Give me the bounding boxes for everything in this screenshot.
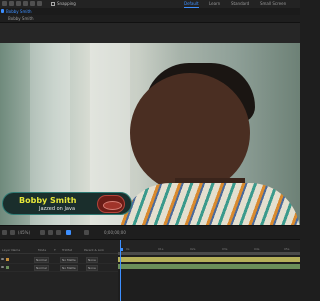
parent-dropdown[interactable]: None bbox=[86, 257, 98, 263]
region-of-interest-icon[interactable] bbox=[48, 230, 53, 235]
layer-duration-bar[interactable] bbox=[118, 264, 300, 269]
viewer-controls: (45%) 0;00;00;00 bbox=[0, 225, 300, 240]
parent-dropdown[interactable]: None bbox=[86, 265, 98, 271]
current-timecode[interactable]: 0;00;00;00 bbox=[104, 230, 126, 235]
workspace-default[interactable]: Default bbox=[184, 1, 199, 8]
lower-third-name: Bobby Smith bbox=[19, 196, 77, 205]
workspace-learn[interactable]: Learn bbox=[209, 1, 220, 6]
layer-label-color[interactable] bbox=[6, 266, 9, 269]
mask-visibility-icon[interactable] bbox=[10, 230, 15, 235]
mode-dropdown[interactable]: Normal bbox=[34, 257, 49, 263]
composition-viewer[interactable]: Bobby Smith Jazzed on Java bbox=[0, 23, 300, 225]
workspace-small-screen[interactable]: Small Screen bbox=[260, 1, 286, 6]
zoom-level[interactable]: (45%) bbox=[18, 230, 30, 235]
zoom-tool-icon[interactable] bbox=[23, 1, 28, 6]
home-icon[interactable] bbox=[2, 1, 7, 6]
composition-tab-row: Bobby Smith bbox=[0, 8, 300, 15]
trkmat-dropdown[interactable]: No Matte bbox=[60, 265, 78, 271]
visibility-eye-icon[interactable] bbox=[1, 258, 4, 260]
layer-label-color[interactable] bbox=[6, 258, 9, 261]
video-frame: Bobby Smith Jazzed on Java bbox=[0, 43, 300, 225]
transparency-grid-icon[interactable] bbox=[56, 230, 61, 235]
ruler-tick: 01s bbox=[158, 247, 164, 251]
timeline-layer-row[interactable]: Normal No Matte None bbox=[0, 256, 118, 264]
workspace-standard[interactable]: Standard bbox=[231, 1, 249, 6]
column-mode[interactable]: Mode bbox=[38, 248, 46, 252]
hand-tool-icon[interactable] bbox=[16, 1, 21, 6]
ruler-tick: 05s bbox=[284, 247, 290, 251]
column-trkmat[interactable]: TrkMat bbox=[62, 248, 72, 252]
composition-tab[interactable]: Bobby Smith bbox=[6, 9, 32, 14]
layer-column-headers: Layer Name Mode T TrkMat Parent & Link bbox=[0, 247, 118, 254]
rotate-tool-icon[interactable] bbox=[30, 1, 35, 6]
column-t[interactable]: T bbox=[54, 248, 56, 252]
column-layer-name[interactable]: Layer Name bbox=[2, 248, 20, 252]
ruler-tick: 03s bbox=[222, 247, 228, 251]
timeline-panel: Layer Name Mode T TrkMat Parent & Link N… bbox=[0, 239, 300, 301]
layer-duration-bar[interactable] bbox=[118, 257, 300, 262]
color-channel-icon[interactable] bbox=[84, 230, 89, 235]
grid-icon[interactable] bbox=[40, 230, 45, 235]
column-parent[interactable]: Parent & Link bbox=[84, 248, 104, 252]
layer-list: Layer Name Mode T TrkMat Parent & Link N… bbox=[0, 240, 119, 301]
breadcrumb: Bobby Smith bbox=[0, 15, 300, 23]
ruler-tick: 0s bbox=[126, 247, 130, 251]
work-area-bar[interactable] bbox=[118, 252, 300, 255]
snapping-label: Snapping bbox=[57, 1, 76, 6]
lower-third-graphic[interactable]: Bobby Smith Jazzed on Java bbox=[2, 192, 132, 215]
coffee-bean-icon bbox=[97, 195, 125, 213]
always-preview-icon[interactable] bbox=[2, 230, 7, 235]
striped-shirt bbox=[120, 183, 300, 225]
playhead[interactable] bbox=[120, 240, 121, 301]
visibility-eye-icon[interactable] bbox=[1, 266, 4, 268]
selection-tool-icon[interactable] bbox=[9, 1, 14, 6]
snapping-checkbox[interactable] bbox=[51, 2, 55, 6]
mode-dropdown[interactable]: Normal bbox=[34, 265, 49, 271]
trkmat-dropdown[interactable]: No Matte bbox=[60, 257, 78, 263]
ruler-tick: 02s bbox=[190, 247, 196, 251]
timeline-layer-row[interactable]: Normal No Matte None bbox=[0, 264, 118, 272]
lower-third-subtitle: Jazzed on Java bbox=[39, 206, 76, 212]
person-head bbox=[130, 73, 250, 193]
breadcrumb-item[interactable]: Bobby Smith bbox=[8, 16, 34, 21]
pen-tool-icon[interactable] bbox=[37, 1, 42, 6]
lock-icon[interactable] bbox=[1, 9, 4, 13]
timeline-tracks[interactable]: 0s 01s 02s 03s 04s 05s bbox=[118, 240, 300, 301]
ruler-tick: 04s bbox=[254, 247, 260, 251]
camera-icon[interactable] bbox=[66, 230, 71, 235]
